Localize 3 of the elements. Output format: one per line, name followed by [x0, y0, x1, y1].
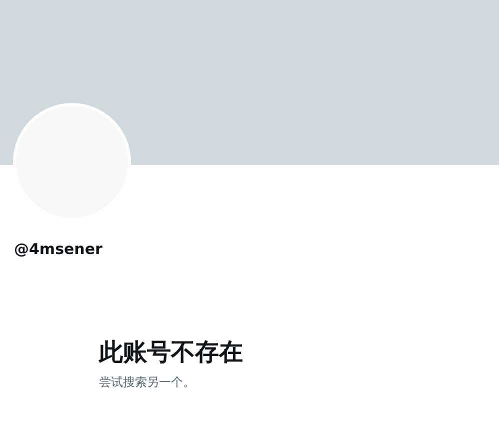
notice-title: 此账号不存在	[99, 337, 243, 368]
notice-message: 尝试搜索另一个。	[99, 374, 195, 391]
profile-handle: @4msener	[14, 240, 102, 258]
